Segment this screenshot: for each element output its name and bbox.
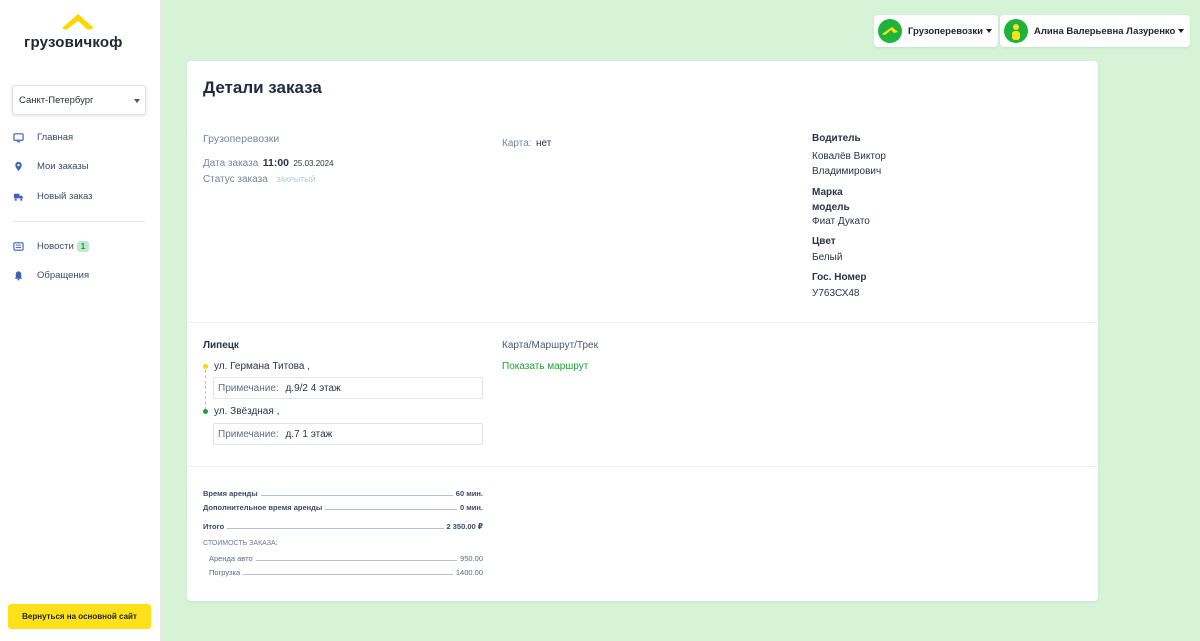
order-date-label: Дата заказа	[203, 158, 259, 169]
map-route-track-label: Карта/Маршрут/Трек	[502, 340, 598, 351]
rent-time-value: 60 мин.	[455, 489, 483, 498]
vehicle-model-label: Марка модель	[812, 187, 850, 213]
route-point-note: Примечание: д.9/2 4 этаж	[213, 377, 483, 399]
caret-down-icon	[1178, 29, 1185, 33]
show-route-link[interactable]: Показать маршрут	[502, 361, 588, 372]
order-status-label: Статус заказа	[203, 174, 268, 185]
extra-time-row: Дополнительное время аренды 0 мин.	[203, 501, 483, 512]
order-status-row: Статус заказа закрытый	[203, 169, 316, 187]
sidebar-item-new-order[interactable]: Новый заказ	[13, 188, 93, 204]
rent-time-row: Время аренды 60 мин.	[203, 487, 483, 498]
leader-line	[325, 509, 457, 510]
sidebar-item-home[interactable]: Главная	[13, 129, 73, 145]
leader-line	[255, 560, 458, 561]
bell-icon	[14, 270, 23, 281]
card-payment-value: нет	[536, 138, 552, 149]
truck-icon	[13, 193, 24, 201]
sidebar-item-label: Новый заказ	[37, 190, 93, 202]
sidebar-item-label: Мои заказы	[37, 160, 89, 172]
section-divider	[187, 322, 1098, 323]
vehicle-color-label: Цвет	[812, 236, 836, 247]
city-select[interactable]: Санкт-Петербург	[12, 85, 146, 115]
order-details-card: Детали заказа Грузоперевозки Дата заказа…	[187, 61, 1098, 601]
route-point-note: Примечание: д.7 1 этаж	[213, 423, 483, 445]
back-to-main-site-button[interactable]: Вернуться на основной сайт	[8, 604, 151, 629]
plate-number-label: Гос. Номер	[812, 272, 867, 283]
card-payment-label: Карта:	[502, 138, 532, 149]
user-name: Алина Валерьевна Лазуренко	[1034, 25, 1176, 37]
card-payment-row: Карта: нет	[502, 133, 551, 151]
status-badge: закрытый	[276, 177, 316, 184]
route-start-dot-icon	[203, 364, 208, 369]
newspaper-icon	[13, 241, 24, 251]
chevron-down-icon	[134, 99, 140, 103]
note-value: д.9/2 4 этаж	[285, 383, 341, 394]
rent-time-label: Время аренды	[203, 489, 258, 498]
route-connector-line	[205, 370, 206, 410]
section-divider	[187, 466, 1098, 467]
vehicle-color: Белый	[812, 252, 843, 263]
sidebar-item-requests[interactable]: Обращения	[13, 267, 89, 283]
news-count-badge: 1	[76, 240, 90, 252]
page-title: Детали заказа	[203, 78, 322, 97]
order-date: 25.03.2024	[293, 159, 334, 168]
order-time: 11:00	[262, 157, 289, 169]
monitor-icon	[13, 132, 24, 142]
total-value: 2 350.00 ₽	[446, 522, 484, 531]
service-type: Грузоперевозки	[203, 133, 280, 145]
service-logo-icon	[878, 19, 902, 43]
route-city: Липецк	[203, 340, 239, 351]
cost-item-value: 950.00	[460, 554, 483, 563]
cost-breakdown-title: Стоимость заказа:	[203, 540, 278, 547]
map-pin-icon	[15, 161, 22, 171]
note-value: д.7 1 этаж	[285, 429, 333, 440]
leader-line	[260, 495, 453, 496]
route-point-address: ул. Звёздная ,	[214, 406, 280, 417]
cost-item-row: Аренда авто 950.00	[209, 552, 483, 563]
total-row: Итого 2 350.00 ₽	[203, 520, 483, 531]
route-end-dot-icon	[203, 409, 208, 414]
leader-line	[243, 574, 453, 575]
sidebar-item-label: Новости	[37, 240, 74, 252]
nav-divider	[12, 221, 145, 222]
driver-label: Водитель	[812, 133, 861, 144]
logo-roof-icon	[62, 14, 94, 30]
driver-info: Водитель Ковалёв Виктор Владимирович Мар…	[812, 133, 922, 299]
extra-time-value: 0 мин.	[459, 503, 483, 512]
logo[interactable]: грузовичкоф	[24, 12, 144, 54]
sidebar-item-my-orders[interactable]: Мои заказы	[13, 158, 89, 174]
route-point-address: ул. Германа Титова ,	[214, 361, 310, 372]
caret-down-icon	[985, 29, 992, 33]
user-menu-dropdown[interactable]: Алина Валерьевна Лазуренко	[1000, 15, 1191, 47]
cost-item-row: Погрузка 1400.00	[209, 566, 483, 577]
sidebar-item-label: Обращения	[37, 269, 90, 281]
service-dropdown-label: Грузоперевозки	[908, 25, 983, 37]
plate-number: У763СХ48	[812, 288, 860, 299]
leader-line	[227, 528, 444, 529]
sidebar: грузовичкоф Санкт-Петербург Главная Мои …	[0, 0, 161, 641]
cost-item-label: Погрузка	[209, 568, 241, 577]
vehicle-model: Фиат Дукато	[812, 216, 870, 227]
sidebar-item-news[interactable]: Новости 1	[13, 238, 90, 254]
service-dropdown[interactable]: Грузоперевозки	[874, 15, 998, 47]
city-select-value: Санкт-Петербург	[19, 95, 94, 106]
cost-item-label: Аренда авто	[209, 554, 253, 563]
logo-text: грузовичкоф	[24, 34, 123, 51]
driver-name: Ковалёв Виктор Владимирович	[812, 151, 886, 177]
total-label: Итого	[203, 522, 225, 531]
cost-item-value: 1400.00	[455, 568, 483, 577]
avatar	[1004, 19, 1028, 43]
extra-time-label: Дополнительное время аренды	[203, 503, 323, 512]
sidebar-item-label: Главная	[37, 131, 74, 143]
note-label: Примечание:	[218, 429, 279, 440]
note-label: Примечание:	[218, 383, 279, 394]
